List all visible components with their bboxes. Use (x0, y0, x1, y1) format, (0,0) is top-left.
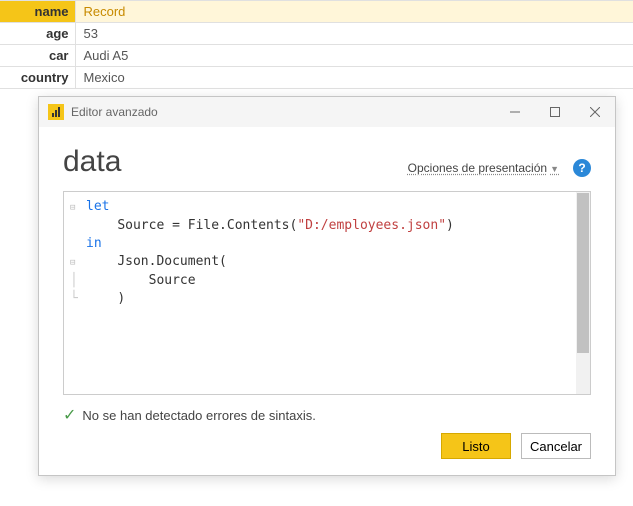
header-row: data Opciones de presentación▼ ? (63, 145, 591, 179)
field-value[interactable]: 53 (75, 23, 633, 45)
close-button[interactable] (575, 97, 615, 127)
field-label: car (0, 45, 75, 67)
done-button[interactable]: Listo (441, 433, 511, 459)
syntax-status: ✓ No se han detectado errores de sintaxi… (63, 395, 591, 433)
status-text: No se han detectado errores de sintaxis. (82, 408, 315, 423)
help-icon[interactable]: ? (573, 159, 591, 177)
check-icon: ✓ (63, 405, 76, 425)
field-label: age (0, 23, 75, 45)
display-options-label: Opciones de presentación (408, 161, 547, 175)
dialog-title: Editor avanzado (71, 105, 495, 119)
code-keyword: in (86, 235, 102, 253)
chevron-down-icon: ▼ (550, 164, 559, 174)
titlebar[interactable]: Editor avanzado (39, 97, 615, 127)
display-options-dropdown[interactable]: Opciones de presentación▼ (408, 161, 559, 176)
record-table: name Record age 53 car Audi A5 country M… (0, 0, 633, 89)
code-scrollbar[interactable] (576, 192, 590, 394)
advanced-editor-dialog: Editor avanzado data Opciones de present… (38, 96, 616, 476)
scrollbar-thumb[interactable] (577, 193, 589, 353)
field-value[interactable]: Record (75, 1, 633, 23)
dialog-body: data Opciones de presentación▼ ? ⊟let So… (39, 127, 615, 475)
powerbi-icon (47, 103, 65, 121)
maximize-button[interactable] (535, 97, 575, 127)
field-value[interactable]: Mexico (75, 67, 633, 89)
field-label: name (0, 1, 75, 23)
field-label: country (0, 67, 75, 89)
button-row: Listo Cancelar (63, 433, 591, 459)
minimize-button[interactable] (495, 97, 535, 127)
cancel-button[interactable]: Cancelar (521, 433, 591, 459)
table-row: car Audi A5 (0, 45, 633, 67)
table-row: age 53 (0, 23, 633, 45)
table-row: country Mexico (0, 67, 633, 89)
header-actions: Opciones de presentación▼ ? (408, 159, 591, 177)
table-row: name Record (0, 1, 633, 23)
code-editor[interactable]: ⊟let Source = File.Contents("D:/employee… (63, 191, 591, 395)
window-controls (495, 97, 615, 127)
query-name: data (63, 145, 121, 179)
field-value[interactable]: Audi A5 (75, 45, 633, 67)
code-keyword: let (86, 198, 109, 217)
